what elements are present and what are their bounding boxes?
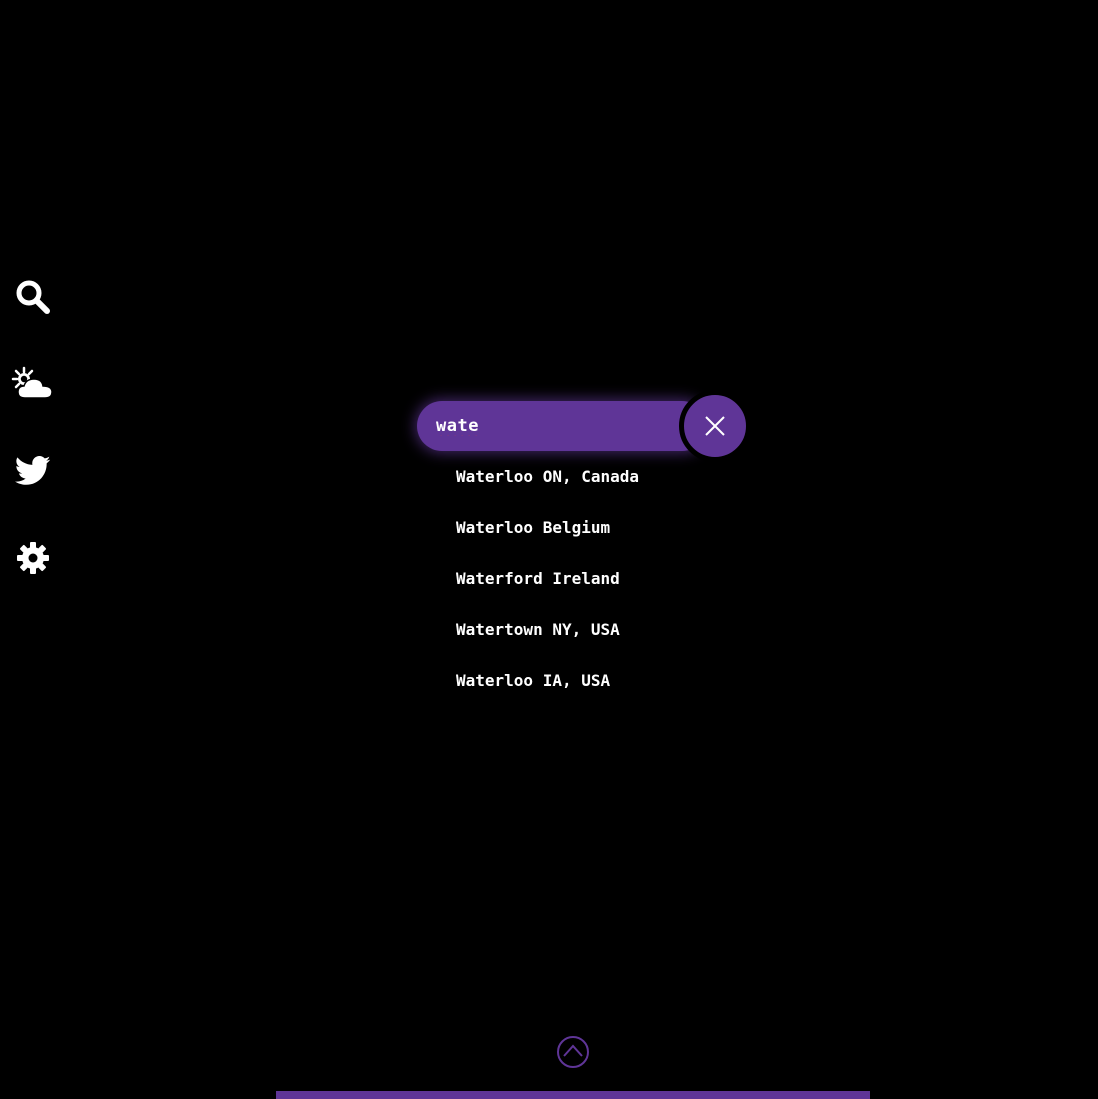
app-page: Waterloo ON, Canada Waterloo Belgium Wat…	[0, 0, 1098, 1099]
suggestion-item[interactable]: Waterloo IA, USA	[456, 666, 639, 717]
suggestion-item[interactable]: Waterloo Belgium	[456, 513, 639, 564]
twitter-icon[interactable]	[10, 448, 56, 494]
partly-cloudy-icon[interactable]	[10, 361, 56, 407]
suggestion-item[interactable]: Watertown NY, USA	[456, 615, 639, 666]
close-icon	[705, 416, 725, 436]
gear-icon[interactable]	[10, 535, 56, 581]
scroll-up-button[interactable]	[556, 1035, 590, 1069]
search-bar	[417, 390, 757, 462]
chevron-up-circle-icon	[557, 1036, 589, 1068]
search-icon[interactable]	[10, 274, 56, 320]
suggestion-list: Waterloo ON, Canada Waterloo Belgium Wat…	[456, 462, 639, 717]
search-input[interactable]	[436, 401, 676, 451]
suggestion-item[interactable]: Waterford Ireland	[456, 564, 639, 615]
bottom-bar	[276, 1091, 870, 1099]
suggestion-item[interactable]: Waterloo ON, Canada	[456, 462, 639, 513]
search-field-container	[417, 401, 707, 451]
sidebar	[0, 0, 70, 1099]
close-button[interactable]	[679, 390, 751, 462]
